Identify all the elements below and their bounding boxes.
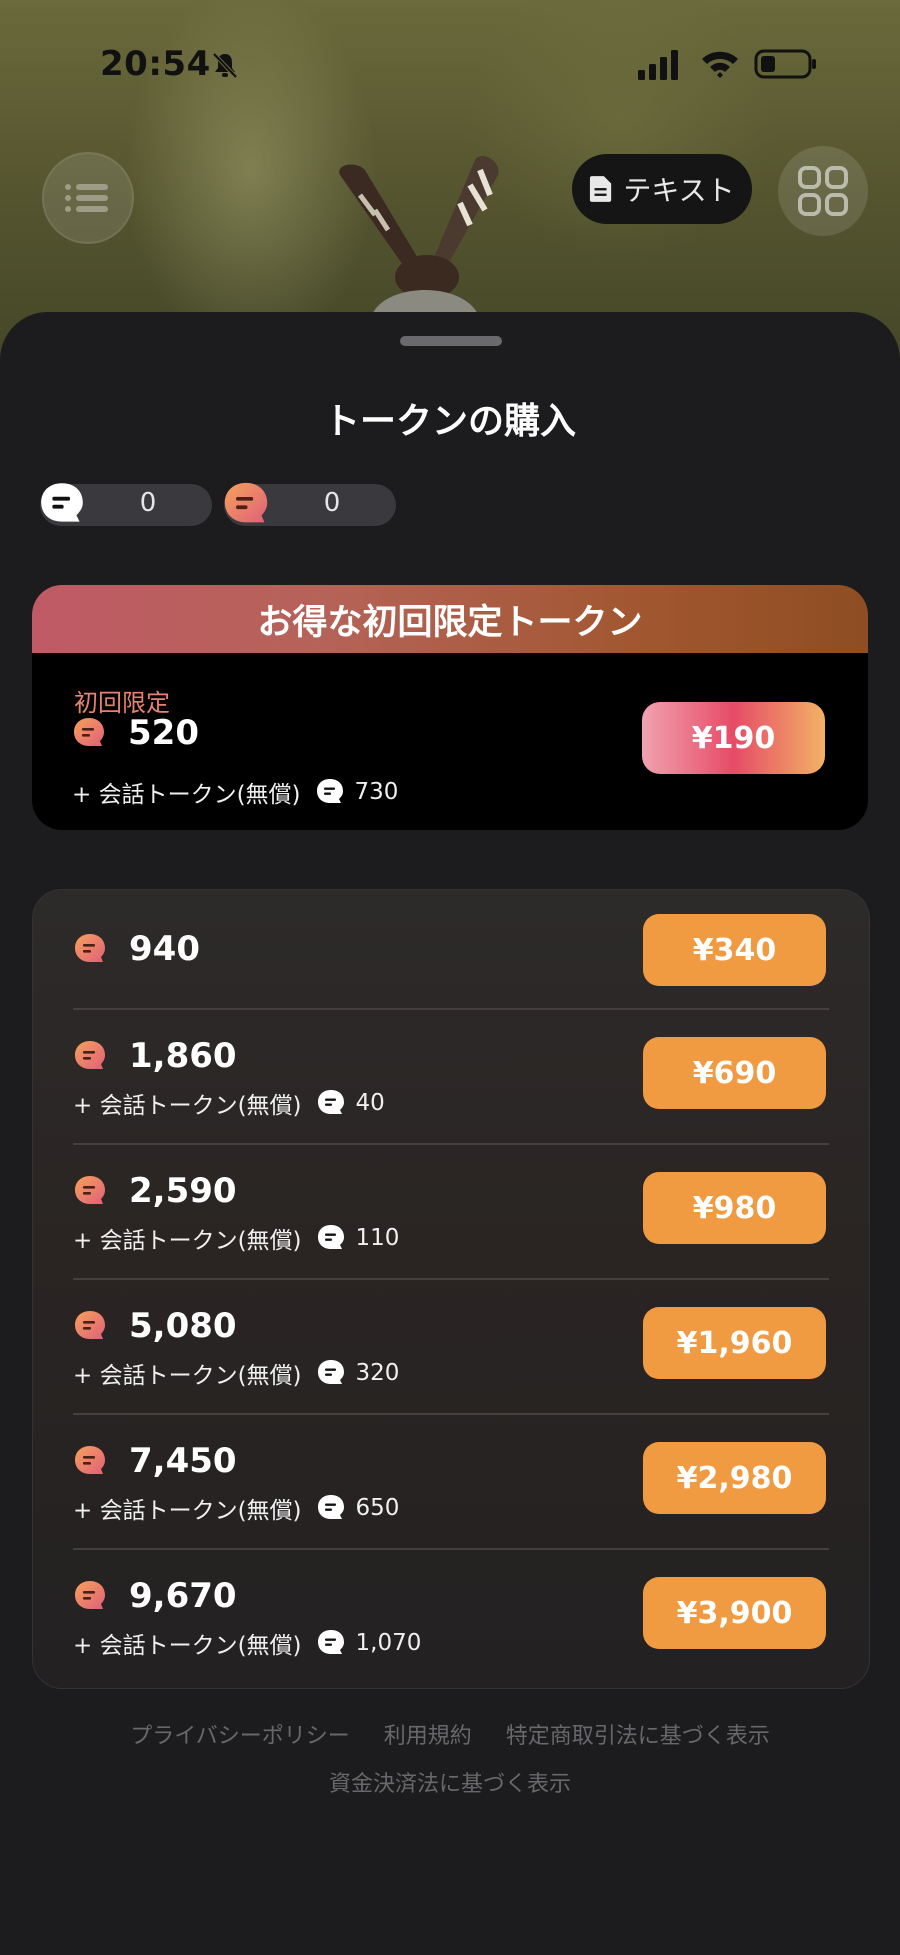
status-time: 20:54 [100, 44, 211, 84]
privacy-policy-link[interactable]: プライバシーポリシー [130, 1718, 350, 1750]
package-buy-button[interactable]: ¥2,980 [643, 1442, 826, 1514]
package-amount-row: 1,860 [73, 1036, 237, 1076]
grid-icon [798, 166, 848, 216]
token-icon [222, 480, 270, 528]
legal-footer: プライバシーポリシー 利用規約 特定商取引法に基づく表示 資金決済法に基づく表示 [0, 1718, 900, 1798]
package-amount: 1,860 [129, 1036, 237, 1076]
battery-icon [754, 49, 816, 79]
token-icon [73, 1174, 107, 1208]
bonus-label: + 会話トークン(無償) [73, 1498, 302, 1524]
offer-amount: 520 [128, 713, 199, 753]
package-row: 7,450 + 会話トークン(無償) 650 ¥2,980 [33, 1415, 869, 1548]
status-bar: 20:54 [0, 0, 900, 130]
bell-slash-icon [212, 52, 238, 79]
character-bow-image [339, 155, 499, 320]
package-amount-row: 5,080 [73, 1306, 237, 1346]
package-buy-button[interactable]: ¥1,960 [643, 1307, 826, 1379]
chat-bubble-icon [316, 1088, 346, 1118]
package-row: 1,860 + 会話トークン(無償) 40 ¥690 [33, 1010, 869, 1143]
package-amount-row: 9,670 [73, 1576, 237, 1616]
offer-buy-button[interactable]: ¥190 [642, 702, 825, 774]
chat-bubble-icon [316, 1628, 346, 1658]
payment-law-link[interactable]: 資金決済法に基づく表示 [0, 1766, 900, 1798]
bonus-amount: 650 [355, 1495, 400, 1521]
bonus-label: + 会話トークン(無償) [73, 1633, 302, 1659]
package-buy-button[interactable]: ¥3,900 [643, 1577, 826, 1649]
cellular-signal-icon [638, 50, 678, 80]
package-amount-row: 2,590 [73, 1171, 237, 1211]
commerce-law-link[interactable]: 特定商取引法に基づく表示 [506, 1718, 770, 1750]
package-amount: 2,590 [129, 1171, 237, 1211]
bonus-label: + 会話トークン(無償) [72, 782, 301, 808]
bonus-label: + 会話トークン(無償) [73, 1228, 302, 1254]
bonus-label: + 会話トークン(無償) [73, 1093, 302, 1119]
package-row: 940 ¥340 [33, 890, 869, 1008]
wifi-icon [702, 51, 738, 78]
menu-icon [65, 184, 108, 212]
chat-bubble-icon [315, 777, 345, 807]
document-icon [590, 176, 612, 202]
sheet-drag-handle[interactable] [400, 336, 502, 346]
offer-bonus-row: + 会話トークン(無償) 730 [72, 775, 398, 809]
token-icon [73, 1309, 107, 1343]
bonus-amount: 730 [354, 779, 399, 805]
package-buy-button[interactable]: ¥690 [643, 1037, 826, 1109]
package-amount: 9,670 [129, 1576, 237, 1616]
chat-bubble-icon [38, 480, 86, 528]
sheet-title: トークンの購入 [323, 401, 576, 442]
package-amount-row: 940 [73, 929, 200, 969]
paid-token-count: 0 [323, 488, 341, 518]
package-bonus-row: + 会話トークン(無償) 320 [73, 1356, 399, 1390]
token-icon [73, 1444, 107, 1478]
terms-link[interactable]: 利用規約 [384, 1718, 472, 1750]
package-bonus-row: + 会話トークン(無償) 40 [73, 1086, 385, 1120]
free-token-balance: 0 [40, 484, 212, 526]
package-bonus-row: + 会話トークン(無償) 650 [73, 1491, 399, 1525]
token-icon [73, 1039, 107, 1073]
purchase-sheet: トークンの購入 0 0 お得な初回限定トークン 初回限定 520 + 会話トーク… [0, 312, 900, 1955]
bonus-amount: 1,070 [355, 1630, 422, 1656]
menu-button[interactable] [42, 152, 134, 244]
token-icon [73, 932, 107, 966]
token-icon [72, 716, 106, 750]
bonus-amount: 110 [355, 1225, 400, 1251]
package-bonus-row: + 会話トークン(無償) 1,070 [73, 1626, 421, 1660]
package-row: 5,080 + 会話トークン(無償) 320 ¥1,960 [33, 1280, 869, 1413]
package-bonus-row: + 会話トークン(無償) 110 [73, 1221, 399, 1255]
token-package-list: 940 ¥340 1,860 + 会話トークン(無償) 40 ¥690 2,59… [32, 889, 870, 1689]
package-buy-button[interactable]: ¥340 [643, 914, 826, 986]
token-icon [73, 1579, 107, 1613]
bonus-amount: 320 [355, 1360, 400, 1386]
free-token-count: 0 [139, 488, 157, 518]
paid-token-balance: 0 [224, 484, 396, 526]
grid-menu-button[interactable] [778, 146, 868, 236]
package-amount-row: 7,450 [73, 1441, 237, 1481]
footer-links: プライバシーポリシー 利用規約 特定商取引法に基づく表示 [0, 1718, 900, 1750]
text-mode-label: テキスト [623, 174, 735, 207]
package-amount: 7,450 [129, 1441, 237, 1481]
package-amount: 5,080 [129, 1306, 237, 1346]
chat-bubble-icon [316, 1358, 346, 1388]
package-row: 9,670 + 会話トークン(無償) 1,070 ¥3,900 [33, 1550, 869, 1683]
package-row: 2,590 + 会話トークン(無償) 110 ¥980 [33, 1145, 869, 1278]
bonus-amount: 40 [355, 1090, 385, 1116]
package-buy-button[interactable]: ¥980 [643, 1172, 826, 1244]
offer-header: お得な初回限定トークン [32, 585, 868, 653]
chat-bubble-icon [316, 1493, 346, 1523]
package-amount: 940 [129, 929, 200, 969]
text-mode-button[interactable]: テキスト [572, 154, 752, 224]
chat-bubble-icon [316, 1223, 346, 1253]
bonus-label: + 会話トークン(無償) [73, 1363, 302, 1389]
first-time-offer-card: お得な初回限定トークン 初回限定 520 + 会話トークン(無償) 730 ¥1… [32, 585, 868, 830]
offer-amount-row: 520 [72, 713, 199, 753]
